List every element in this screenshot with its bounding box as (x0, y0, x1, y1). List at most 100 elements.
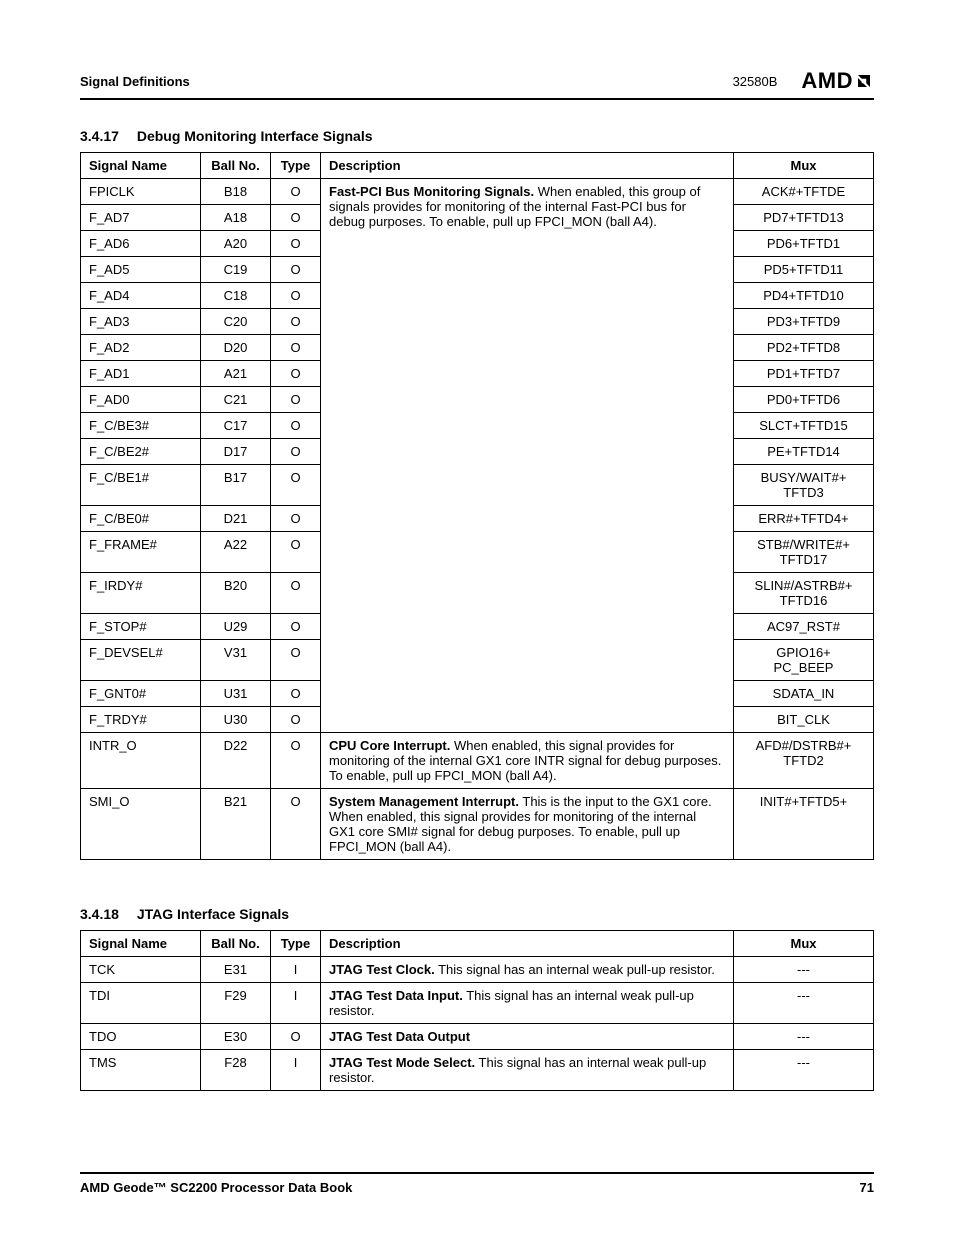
cell-ball-no: D21 (201, 506, 271, 532)
col-type: Type (271, 931, 321, 957)
cell-type: O (271, 532, 321, 573)
cell-type: O (271, 335, 321, 361)
cell-ball-no: C17 (201, 413, 271, 439)
cell-ball-no: C19 (201, 257, 271, 283)
cell-signal-name: F_GNT0# (81, 681, 201, 707)
table-header-row: Signal Name Ball No. Type Description Mu… (81, 153, 874, 179)
cell-ball-no: U29 (201, 614, 271, 640)
amd-logo: AMD (801, 68, 874, 94)
cell-signal-name: F_C/BE3# (81, 413, 201, 439)
amd-logo-text: AMD (801, 68, 853, 94)
cell-type: O (271, 257, 321, 283)
cell-type: I (271, 983, 321, 1024)
table-row: FPICLKB18OFast-PCI Bus Monitoring Signal… (81, 179, 874, 205)
cell-signal-name: F_C/BE1# (81, 465, 201, 506)
cell-type: O (271, 283, 321, 309)
cell-ball-no: A21 (201, 361, 271, 387)
cell-description: System Management Interrupt. This is the… (321, 789, 734, 860)
cell-type: O (271, 1024, 321, 1050)
col-type: Type (271, 153, 321, 179)
cell-mux: AC97_RST# (734, 614, 874, 640)
section-num: 3.4.17 (80, 128, 119, 144)
section-name: JTAG Interface Signals (137, 906, 289, 922)
cell-description: JTAG Test Data Output (321, 1024, 734, 1050)
cell-signal-name: F_STOP# (81, 614, 201, 640)
cell-ball-no: U31 (201, 681, 271, 707)
section-title-jtag: 3.4.18 JTAG Interface Signals (80, 906, 874, 922)
col-ball-no: Ball No. (201, 153, 271, 179)
cell-mux: BIT_CLK (734, 707, 874, 733)
table-row: TDOE30OJTAG Test Data Output--- (81, 1024, 874, 1050)
cell-mux: PD6+TFTD1 (734, 231, 874, 257)
section-name: Debug Monitoring Interface Signals (137, 128, 373, 144)
col-description: Description (321, 153, 734, 179)
section-num: 3.4.18 (80, 906, 119, 922)
cell-ball-no: F28 (201, 1050, 271, 1091)
cell-mux: PD3+TFTD9 (734, 309, 874, 335)
cell-signal-name: INTR_O (81, 733, 201, 789)
cell-ball-no: E30 (201, 1024, 271, 1050)
cell-mux: --- (734, 957, 874, 983)
table-row: TDIF29IJTAG Test Data Input. This signal… (81, 983, 874, 1024)
cell-signal-name: TDO (81, 1024, 201, 1050)
cell-signal-name: F_AD6 (81, 231, 201, 257)
cell-mux: AFD#/DSTRB#+ TFTD2 (734, 733, 874, 789)
cell-mux: PD5+TFTD11 (734, 257, 874, 283)
page-header: Signal Definitions 32580B AMD (80, 68, 874, 100)
cell-type: O (271, 439, 321, 465)
cell-ball-no: B20 (201, 573, 271, 614)
cell-mux: STB#/WRITE#+ TFTD17 (734, 532, 874, 573)
cell-signal-name: SMI_O (81, 789, 201, 860)
cell-description: Fast-PCI Bus Monitoring Signals. When en… (321, 179, 734, 733)
cell-ball-no: A18 (201, 205, 271, 231)
cell-type: O (271, 681, 321, 707)
col-description: Description (321, 931, 734, 957)
cell-signal-name: TDI (81, 983, 201, 1024)
cell-mux: PD2+TFTD8 (734, 335, 874, 361)
cell-signal-name: F_AD7 (81, 205, 201, 231)
cell-mux: --- (734, 983, 874, 1024)
cell-mux: PD0+TFTD6 (734, 387, 874, 413)
cell-ball-no: V31 (201, 640, 271, 681)
cell-mux: BUSY/WAIT#+ TFTD3 (734, 465, 874, 506)
cell-type: O (271, 573, 321, 614)
col-ball-no: Ball No. (201, 931, 271, 957)
cell-ball-no: C20 (201, 309, 271, 335)
cell-mux: --- (734, 1050, 874, 1091)
cell-signal-name: F_AD0 (81, 387, 201, 413)
table-row: SMI_OB21OSystem Management Interrupt. Th… (81, 789, 874, 860)
header-section-name: Signal Definitions (80, 74, 190, 89)
cell-type: O (271, 465, 321, 506)
cell-type: O (271, 309, 321, 335)
cell-ball-no: B18 (201, 179, 271, 205)
cell-mux: SLCT+TFTD15 (734, 413, 874, 439)
cell-description: JTAG Test Data Input. This signal has an… (321, 983, 734, 1024)
cell-signal-name: F_C/BE0# (81, 506, 201, 532)
cell-type: O (271, 179, 321, 205)
cell-ball-no: E31 (201, 957, 271, 983)
cell-type: O (271, 231, 321, 257)
doc-number: 32580B (733, 74, 778, 89)
section-title-debug: 3.4.17 Debug Monitoring Interface Signal… (80, 128, 874, 144)
cell-signal-name: TCK (81, 957, 201, 983)
cell-description: JTAG Test Mode Select. This signal has a… (321, 1050, 734, 1091)
cell-mux: PD4+TFTD10 (734, 283, 874, 309)
cell-ball-no: D17 (201, 439, 271, 465)
header-right-group: 32580B AMD (733, 68, 874, 94)
cell-ball-no: C18 (201, 283, 271, 309)
cell-type: O (271, 789, 321, 860)
cell-mux: SDATA_IN (734, 681, 874, 707)
cell-mux: --- (734, 1024, 874, 1050)
cell-mux: ACK#+TFTDE (734, 179, 874, 205)
cell-signal-name: F_AD5 (81, 257, 201, 283)
table-row: INTR_OD22OCPU Core Interrupt. When enabl… (81, 733, 874, 789)
page-number: 71 (860, 1180, 874, 1195)
cell-type: O (271, 361, 321, 387)
cell-type: I (271, 957, 321, 983)
debug-signals-table: Signal Name Ball No. Type Description Mu… (80, 152, 874, 860)
cell-type: O (271, 733, 321, 789)
cell-signal-name: F_AD3 (81, 309, 201, 335)
col-signal-name: Signal Name (81, 153, 201, 179)
cell-type: O (271, 614, 321, 640)
cell-signal-name: F_FRAME# (81, 532, 201, 573)
